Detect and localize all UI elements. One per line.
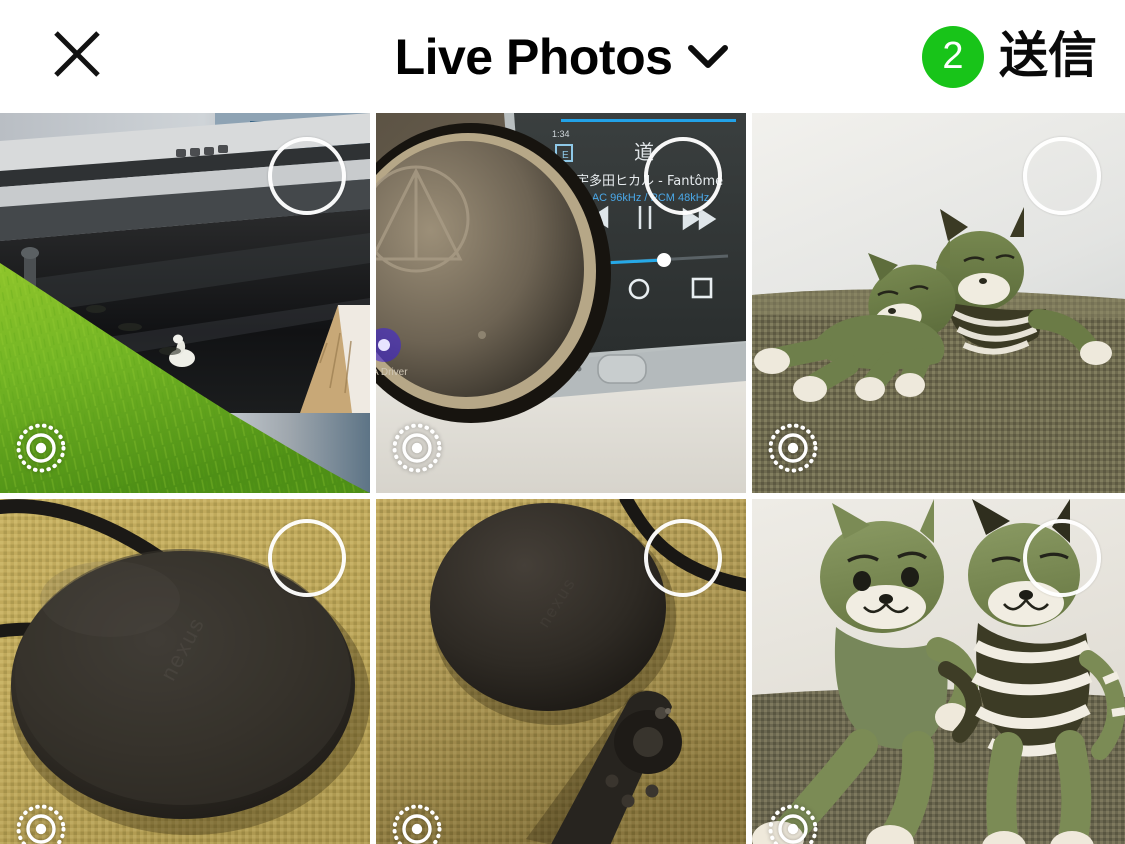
photo-select-toggle[interactable] xyxy=(1023,519,1101,597)
live-photo-icon xyxy=(390,421,444,475)
album-selector[interactable]: Live Photos xyxy=(395,32,731,82)
live-photo-icon xyxy=(766,421,820,475)
page-title: Live Photos xyxy=(394,28,673,85)
photo-select-toggle[interactable] xyxy=(268,137,346,215)
photo-select-toggle[interactable] xyxy=(268,519,346,597)
photo-select-toggle[interactable] xyxy=(644,519,722,597)
live-photo-icon xyxy=(390,802,444,844)
svg-text:1:34: 1:34 xyxy=(552,129,570,139)
send-label: 送信 xyxy=(998,29,1097,83)
photo-select-toggle[interactable] xyxy=(1023,137,1101,215)
selected-count-badge: 2 xyxy=(921,25,984,88)
photo-grid: 1:34 E 道 宇多田ヒカル - Fantôme FLAC 96kHz / P… xyxy=(0,113,1125,844)
live-photo-icon xyxy=(14,421,68,475)
photo-select-toggle[interactable] xyxy=(644,137,722,215)
photo-cell[interactable] xyxy=(0,113,370,493)
close-button[interactable] xyxy=(46,23,108,85)
svg-text:A Driver: A Driver xyxy=(376,367,408,378)
photo-cell[interactable]: nexus xyxy=(376,499,746,844)
header-bar: Live Photos 2 送信 xyxy=(0,0,1125,113)
photo-cell[interactable] xyxy=(752,499,1125,844)
photo-cell[interactable] xyxy=(752,113,1125,493)
live-photo-icon xyxy=(766,802,820,844)
photo-cell[interactable]: nexus xyxy=(0,499,370,844)
live-photo-icon xyxy=(14,802,68,844)
svg-text:E: E xyxy=(562,150,569,161)
live-photos-picker-screen: Live Photos 2 送信 1:34 E 道 宇多田ヒカル - Fantô… xyxy=(0,0,1125,844)
send-button[interactable]: 2 送信 xyxy=(921,0,1097,113)
close-x-icon xyxy=(48,25,106,83)
chevron-down-icon[interactable] xyxy=(686,41,730,76)
photo-cell[interactable]: 1:34 E 道 宇多田ヒカル - Fantôme FLAC 96kHz / P… xyxy=(376,113,746,493)
